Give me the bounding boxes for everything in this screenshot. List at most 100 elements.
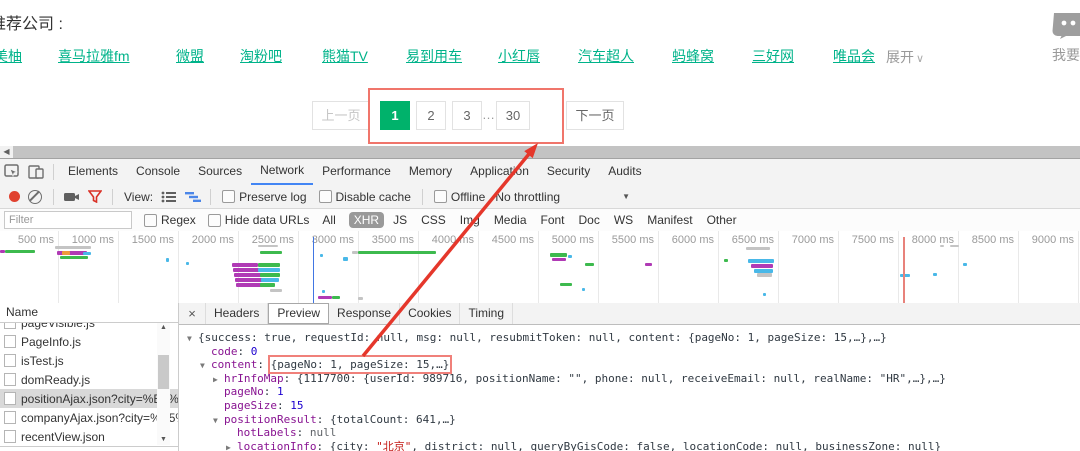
name-column-header[interactable]: Name (0, 303, 178, 323)
detail-tab-response[interactable]: Response (329, 303, 401, 324)
timeline-tick-label: 7500 ms (851, 234, 894, 246)
waterfall-bar (258, 268, 280, 272)
preserve-log-checkbox[interactable]: Preserve log (222, 190, 307, 204)
company-link[interactable]: 微盟 (176, 46, 204, 66)
filter-type-other[interactable]: Other (702, 212, 742, 228)
record-button[interactable] (9, 191, 20, 202)
expand-toggle[interactable]: 展开 ∨ (886, 47, 924, 67)
company-link[interactable]: 熊猫TV (322, 46, 368, 66)
timeline-overview[interactable]: 500 ms 1000 ms 1500 ms 2000 ms 2500 ms 3000 m… (0, 231, 1080, 304)
filter-input[interactable] (4, 211, 132, 229)
waterfall-view-icon[interactable] (184, 188, 202, 206)
throttling-dropdown-arrow-icon[interactable]: ▼ (622, 192, 630, 201)
filter-type-ws[interactable]: WS (609, 212, 638, 228)
offline-checkbox[interactable]: Offline (433, 190, 485, 204)
filter-type-all[interactable]: All (317, 212, 340, 228)
detail-tab-timing[interactable]: Timing (460, 303, 514, 324)
pagination-page-button[interactable]: 1 (380, 101, 410, 130)
json-line[interactable]: pageNo: 1 (181, 385, 1080, 399)
json-line[interactable]: ▼ {success: true, requestId: null, msg: n… (181, 331, 1080, 345)
screenshot-camera-icon[interactable] (62, 188, 80, 206)
company-link[interactable]: 汽车超人 (578, 46, 634, 66)
company-link[interactable]: 三好网 (752, 46, 794, 66)
disclosure-triangle-icon[interactable]: ▶ (226, 441, 237, 451)
file-row[interactable]: companyAjax.json?city=%E5% (0, 408, 178, 427)
scroll-down-arrow-icon[interactable]: ▼ (157, 435, 170, 445)
json-line[interactable]: pageSize: 15 (181, 399, 1080, 413)
close-icon[interactable]: × (179, 303, 206, 324)
hide-data-urls-checkbox[interactable]: Hide data URLs (207, 213, 309, 227)
pagination-page-button[interactable]: 3 (452, 101, 482, 130)
feedback-label[interactable]: 我要反馈 (1052, 45, 1080, 65)
detail-tab-headers[interactable]: Headers (206, 303, 269, 324)
device-toolbar-icon[interactable] (27, 163, 45, 181)
disclosure-triangle-icon[interactable]: ▼ (200, 359, 211, 373)
scrollbar-thumb[interactable] (158, 355, 169, 389)
tab-security[interactable]: Security (538, 159, 599, 183)
throttling-select[interactable]: No throttling (495, 190, 560, 204)
tab-performance[interactable]: Performance (313, 159, 400, 183)
filter-funnel-icon[interactable] (86, 188, 104, 206)
pagination-page-button[interactable]: 2 (416, 101, 446, 130)
json-line[interactable]: code: 0 (181, 345, 1080, 359)
detail-tab-cookies[interactable]: Cookies (400, 303, 461, 324)
filter-type-img[interactable]: Img (455, 212, 485, 228)
pagination-page-button[interactable]: 30 (496, 101, 530, 130)
company-link[interactable]: 喜马拉雅fm (58, 46, 130, 66)
file-row[interactable]: domReady.js (0, 370, 178, 389)
tab-elements[interactable]: Elements (59, 159, 127, 183)
json-line[interactable]: ▼ positionResult: {totalCount: 641,…} (181, 413, 1080, 427)
company-link[interactable]: 蚂蜂窝 (672, 46, 714, 66)
json-line[interactable]: ▼ content: {pageNo: 1, pageSize: 15,…} (181, 355, 1080, 375)
waterfall-bar (258, 263, 280, 267)
company-link[interactable]: 唯品会 (833, 46, 875, 66)
json-line[interactable]: hotLabels: null (181, 426, 1080, 440)
tab-sources[interactable]: Sources (189, 159, 251, 183)
json-line[interactable]: ▶ locationInfo: {city: "北京", district: nu… (181, 440, 1080, 451)
company-link[interactable]: 美柚 (0, 46, 22, 66)
filter-type-media[interactable]: Media (489, 212, 532, 228)
filter-type-manifest[interactable]: Manifest (642, 212, 697, 228)
tab-console[interactable]: Console (127, 159, 189, 183)
scroll-left-arrow-icon[interactable]: ◀ (0, 146, 13, 158)
horizontal-scrollbar[interactable]: ◀ (0, 146, 1080, 158)
disclosure-triangle-icon[interactable]: ▼ (213, 414, 224, 428)
scroll-up-arrow-icon[interactable]: ▲ (157, 323, 170, 333)
regex-checkbox[interactable]: Regex (144, 213, 196, 227)
tab-network[interactable]: Network (251, 159, 314, 185)
files-scrollbar[interactable]: ▲ ▼ (157, 323, 170, 445)
file-row[interactable]: pageVisible.js (0, 323, 178, 332)
file-row[interactable]: isTest.js (0, 351, 178, 370)
load-marker (903, 237, 905, 303)
tab-audits[interactable]: Audits (599, 159, 650, 183)
json-line[interactable]: ▶ hrInfoMap: {1117700: {userId: 989716, p… (181, 372, 1080, 386)
feedback-bubble-icon[interactable] (1052, 11, 1080, 39)
filter-type-doc[interactable]: Doc (574, 212, 605, 228)
json-segment: {success: true, requestId: null, msg: nu… (198, 331, 887, 344)
file-row[interactable]: positionAjax.json?city=%E5%8 (0, 389, 178, 408)
disclosure-triangle-icon[interactable]: ▶ (213, 373, 224, 387)
filter-type-js[interactable]: JS (388, 212, 412, 228)
filter-type-font[interactable]: Font (536, 212, 570, 228)
waterfall-bar (83, 252, 91, 255)
tab-application[interactable]: Application (461, 159, 538, 183)
company-link[interactable]: 易到用车 (406, 46, 462, 66)
filter-type-xhr[interactable]: XHR (348, 212, 385, 228)
tab-memory[interactable]: Memory (400, 159, 461, 183)
disable-cache-checkbox[interactable]: Disable cache (318, 190, 411, 204)
json-segment: hrInfoMap (224, 371, 284, 385)
filter-type-css[interactable]: CSS (416, 212, 451, 228)
file-row[interactable]: PageInfo.js (0, 332, 178, 351)
file-icon (4, 392, 16, 405)
company-link[interactable]: 淘粉吧 (240, 46, 282, 66)
company-link[interactable]: 小红唇 (498, 46, 540, 66)
file-row[interactable]: recentView.json (0, 427, 178, 446)
pagination-next-button[interactable]: 下一页 (566, 101, 624, 130)
scrollbar-thumb[interactable] (13, 146, 1080, 158)
disclosure-triangle-icon[interactable]: ▼ (187, 332, 198, 346)
list-view-icon[interactable] (160, 188, 178, 206)
clear-icon[interactable] (28, 189, 42, 204)
pagination-prev-button[interactable]: 上一页 (312, 101, 370, 130)
inspect-element-icon[interactable] (3, 163, 21, 181)
detail-tab-preview[interactable]: Preview (268, 303, 330, 324)
